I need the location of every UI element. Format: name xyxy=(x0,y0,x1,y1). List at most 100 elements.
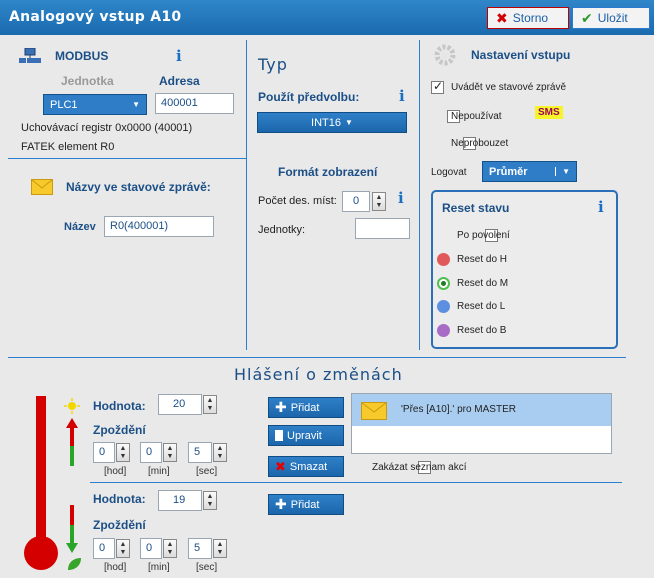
jednotka-select[interactable]: PLC1 ▼ xyxy=(43,94,147,115)
pocet-stepper[interactable]: ▲ ▼ xyxy=(372,192,386,211)
reset-m-label: Reset do M xyxy=(457,278,509,289)
modbus-title: MODBUS xyxy=(55,49,109,63)
ulozit-label: Uložit xyxy=(597,11,628,25)
sun-icon xyxy=(64,398,80,414)
nazev-label: Název xyxy=(64,221,96,233)
jednotka-value: PLC1 xyxy=(50,98,78,111)
gear-icon xyxy=(429,40,461,70)
action-item-text: 'Přes [A10].' pro MASTER xyxy=(401,404,516,415)
lower-sec-input[interactable]: 5 xyxy=(188,538,212,559)
jednotky-label: Jednotky: xyxy=(258,224,306,236)
modbus-info-icon[interactable]: i xyxy=(176,47,182,65)
reset-h-radio[interactable] xyxy=(437,253,450,266)
fatek-text: FATEK element R0 xyxy=(21,141,115,153)
nastaveni-title: Nastavení vstupu xyxy=(471,48,571,62)
divider-left xyxy=(246,40,247,350)
arrow-up-icon xyxy=(66,418,78,466)
upper-hodnota-label: Hodnota: xyxy=(93,399,146,413)
lower-min-label: [min] xyxy=(148,562,170,573)
reset-b-radio[interactable] xyxy=(437,324,450,337)
logovat-select[interactable]: Průměr ▼ xyxy=(482,161,577,182)
uvadet-checkbox[interactable] xyxy=(431,79,444,94)
upper-hod-stepper[interactable]: ▲ ▼ xyxy=(116,443,130,462)
nazev-input[interactable]: R0(400001) xyxy=(104,216,214,237)
typ-title: Typ xyxy=(258,55,288,74)
predvolba-select[interactable]: INT16 ▼ xyxy=(257,112,407,133)
document-icon xyxy=(275,430,283,441)
neprobouzet-label: Neprobouzet xyxy=(451,138,509,149)
predvolba-label: Použít předvolbu: xyxy=(258,90,360,104)
pocet-label: Počet des. míst: xyxy=(258,195,337,207)
lower-hod-input[interactable]: 0 xyxy=(93,538,115,559)
checkmark-icon: ✔ xyxy=(581,9,593,26)
upper-hodnota-input[interactable]: 20 xyxy=(158,394,202,415)
lower-min-stepper[interactable]: ▲ ▼ xyxy=(163,539,177,558)
upper-min-label: [min] xyxy=(148,466,170,477)
lower-hodnota-input[interactable]: 19 xyxy=(158,490,202,511)
plus-icon: ✚ xyxy=(275,399,287,415)
smazat-button[interactable]: ✖ Smazat xyxy=(268,456,344,477)
lower-sec-label: [sec] xyxy=(196,562,218,573)
upper-sec-stepper[interactable]: ▲ ▼ xyxy=(213,443,227,462)
zakazat-label: Zakázat seznam akcí xyxy=(372,462,467,473)
format-info-icon[interactable]: i xyxy=(398,189,404,207)
upper-zpozdeni-label: Zpoždění xyxy=(93,423,146,437)
network-icon xyxy=(19,47,41,64)
close-icon: ✖ xyxy=(496,9,508,26)
lower-pridat-label: Přidat xyxy=(290,498,320,511)
upper-hodnota-stepper[interactable]: ▲ ▼ xyxy=(203,395,217,414)
adresa-label: Adresa xyxy=(159,74,200,88)
jednotky-input[interactable] xyxy=(355,218,410,239)
register-text: Uchovávací registr 0x0000 (40001) xyxy=(21,122,193,134)
lower-hod-stepper[interactable]: ▲ ▼ xyxy=(116,539,130,558)
lower-pridat-button[interactable]: ✚ Přidat xyxy=(268,494,344,515)
upper-min-stepper[interactable]: ▲ ▼ xyxy=(163,443,177,462)
upper-min-input[interactable]: 0 xyxy=(140,442,162,463)
nepouzivat-label: Nepoužívat xyxy=(451,111,502,122)
divider-hlaseni xyxy=(90,482,622,483)
leaf-icon xyxy=(66,556,82,572)
upper-hod-input[interactable]: 0 xyxy=(93,442,115,463)
pocet-input[interactable]: 0 xyxy=(342,191,370,212)
po-povoleni-label: Po povolení xyxy=(457,230,510,241)
hlaseni-title: Hlášení o změnách xyxy=(234,365,403,384)
reset-m-radio[interactable] xyxy=(437,277,450,290)
lower-sec-stepper[interactable]: ▲ ▼ xyxy=(213,539,227,558)
upravit-button[interactable]: Upravit xyxy=(268,425,344,446)
lower-hodnota-stepper[interactable]: ▲ ▼ xyxy=(203,491,217,510)
reset-h-label: Reset do H xyxy=(457,254,508,265)
uvadet-label: Uvádět ve stavové zprávě xyxy=(451,82,567,93)
storno-label: Storno xyxy=(512,11,549,25)
lower-hod-label: [hod] xyxy=(104,562,127,573)
ulozit-button[interactable]: ✔ Uložit xyxy=(572,7,650,29)
upper-pridat-label: Přidat xyxy=(290,401,320,414)
reset-l-label: Reset do L xyxy=(457,301,506,312)
envelope-icon xyxy=(31,179,53,195)
delete-icon: ✖ xyxy=(275,458,286,474)
sms-badge: SMS xyxy=(535,106,563,119)
divider-right xyxy=(419,40,420,350)
reset-info-icon[interactable]: i xyxy=(598,198,604,216)
divider-main xyxy=(8,357,626,358)
predvolba-value: INT16 xyxy=(311,116,342,129)
jednotka-label: Jednotka xyxy=(61,74,114,88)
smazat-label: Smazat xyxy=(289,460,328,473)
reset-b-label: Reset do B xyxy=(457,325,507,336)
chevron-down-icon: ▼ xyxy=(555,167,576,176)
adresa-input[interactable]: 400001 xyxy=(155,93,234,114)
predvolba-info-icon[interactable]: i xyxy=(399,87,405,105)
arrow-down-icon xyxy=(66,505,78,553)
upper-sec-input[interactable]: 5 xyxy=(188,442,212,463)
lower-min-input[interactable]: 0 xyxy=(140,538,162,559)
upravit-label: Upravit xyxy=(287,429,322,442)
window-title: Analogový vstup A10 xyxy=(9,9,182,25)
nazvy-title: Názvy ve stavové zprávě: xyxy=(66,180,211,194)
logovat-label: Logovat xyxy=(431,167,467,178)
reset-l-radio[interactable] xyxy=(437,300,450,313)
lower-hodnota-label: Hodnota: xyxy=(93,492,146,506)
storno-button[interactable]: ✖ Storno xyxy=(487,7,569,29)
reset-title: Reset stavu xyxy=(442,201,510,215)
upper-pridat-button[interactable]: ✚ Přidat xyxy=(268,397,344,418)
chevron-down-icon: ▼ xyxy=(132,100,140,109)
upper-sec-label: [sec] xyxy=(196,466,218,477)
